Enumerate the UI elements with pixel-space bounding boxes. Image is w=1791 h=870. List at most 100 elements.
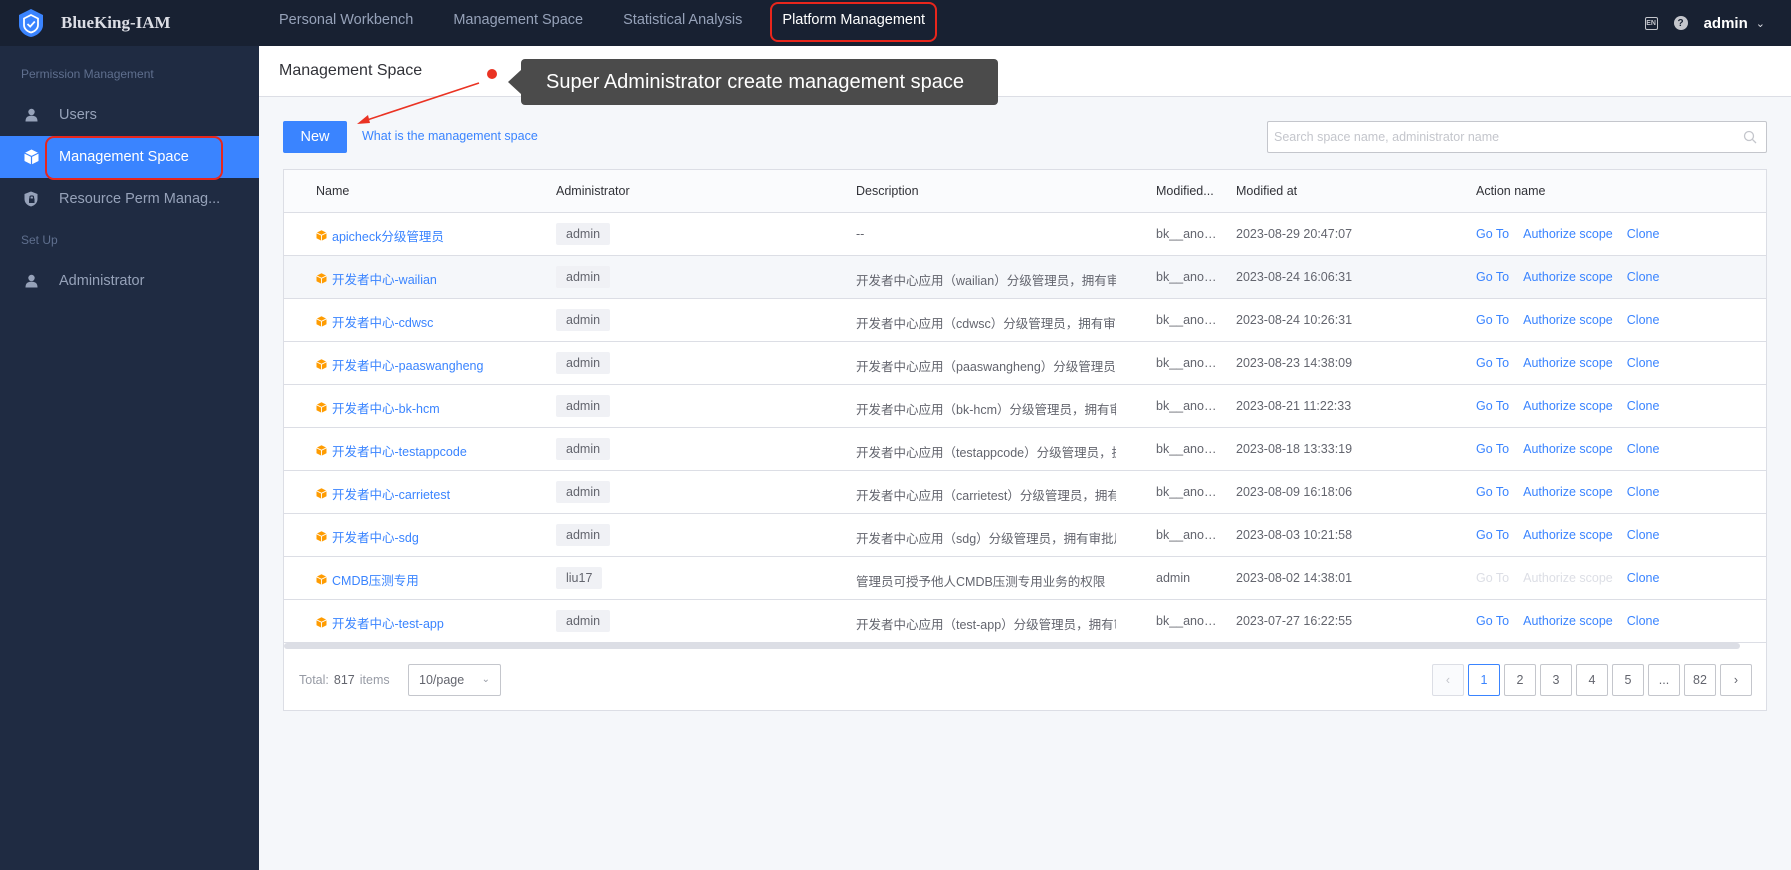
sidebar-item-management-space[interactable]: Management Space (0, 136, 259, 180)
nav-personal-workbench[interactable]: Personal Workbench (259, 0, 433, 46)
authorize-scope-button[interactable]: Authorize scope (1523, 227, 1613, 241)
administrator-cell: admin (556, 524, 611, 546)
header-modified-by[interactable]: Modified... (1156, 184, 1214, 198)
search-input[interactable] (1268, 122, 1728, 152)
space-name-link[interactable]: 开发者中心-wailian (316, 269, 437, 288)
row-actions: Go To Authorize scope Clone (1476, 614, 1659, 628)
next-page-button[interactable]: › (1720, 664, 1752, 696)
clone-button[interactable]: Clone (1627, 571, 1660, 585)
table-row: apicheck分级管理员 admin -- bk__anonymous 2023-08… (284, 213, 1766, 256)
sidebar-item-label: Resource Perm Manag... (59, 191, 221, 207)
total-value: 817 (333, 673, 355, 687)
clone-button[interactable]: Clone (1627, 528, 1660, 542)
goto-button[interactable]: Go To (1476, 270, 1509, 284)
space-name-link[interactable]: 开发者中心-testappcode (316, 441, 467, 460)
cube-icon (316, 617, 327, 628)
nav-statistical-analysis[interactable]: Statistical Analysis (603, 0, 762, 46)
space-name-link[interactable]: 开发者中心-carrietest (316, 484, 450, 503)
goto-button[interactable]: Go To (1476, 399, 1509, 413)
authorize-scope-button[interactable]: Authorize scope (1523, 614, 1613, 628)
page-button[interactable]: 82 (1684, 664, 1716, 696)
pagination: ‹ 1 2 3 4 5... 82 › (1432, 664, 1752, 696)
page-size-select[interactable]: 10/page ⌄ (408, 664, 501, 696)
modified-by-cell: bk__anonymous (1156, 528, 1220, 542)
clone-button[interactable]: Clone (1627, 614, 1660, 628)
goto-button[interactable]: Go To (1476, 313, 1509, 327)
administrator-tag: admin (556, 524, 611, 546)
header-modified-at[interactable]: Modified at (1236, 184, 1297, 198)
description-cell: 开发者中心应用（cdwsc）分级管理员，拥有审批 (856, 317, 1116, 331)
clone-button[interactable]: Clone (1627, 270, 1660, 284)
goto-button[interactable]: Go To (1476, 356, 1509, 370)
table-row: 开发者中心-paaswangheng admin 开发者中心应用（paaswangh… (284, 342, 1766, 385)
page-button[interactable]: 2 (1504, 664, 1536, 696)
brand[interactable]: BlueKing-IAM (0, 0, 259, 46)
page-button[interactable]: 5 (1612, 664, 1644, 696)
space-name-link[interactable]: 开发者中心-paaswangheng (316, 355, 483, 374)
what-is-management-space-link[interactable]: What is the management space (362, 129, 538, 143)
description-cell: 开发者中心应用（carrietest）分级管理员，拥有 (856, 489, 1116, 503)
clone-button[interactable]: Clone (1627, 442, 1660, 456)
clone-button[interactable]: Clone (1627, 399, 1660, 413)
space-name-link[interactable]: CMDB压测专用 (316, 570, 419, 589)
header-description[interactable]: Description (856, 184, 919, 198)
administrator-tag: admin (556, 395, 611, 417)
cube-icon (316, 359, 327, 370)
clone-button[interactable]: Clone (1627, 485, 1660, 499)
administrator-tag: admin (556, 352, 611, 374)
administrator-tag: admin (556, 438, 611, 460)
row-actions: Go To Authorize scope Clone (1476, 442, 1659, 456)
new-button[interactable]: New (283, 121, 347, 153)
space-name-link[interactable]: 开发者中心-sdg (316, 527, 419, 546)
goto-button[interactable]: Go To (1476, 485, 1509, 499)
sidebar-item-resource-perm[interactable]: Resource Perm Manag... (0, 178, 259, 220)
authorize-scope-button[interactable]: Authorize scope (1523, 270, 1613, 284)
authorize-scope-button[interactable]: Authorize scope (1523, 528, 1613, 542)
administrator-cell: admin (556, 438, 611, 460)
cube-icon (316, 402, 327, 413)
sidebar-item-administrator[interactable]: Administrator (0, 260, 259, 302)
header-name[interactable]: Name (316, 184, 349, 198)
clone-button[interactable]: Clone (1627, 313, 1660, 327)
modified-at-cell: 2023-08-02 14:38:01 (1236, 571, 1353, 585)
horizontal-scrollbar[interactable] (284, 643, 1740, 649)
space-name-link[interactable]: 开发者中心-cdwsc (316, 312, 433, 331)
modified-by-cell: bk__anonymous (1156, 356, 1220, 370)
search-icon[interactable] (1743, 130, 1757, 144)
space-name: 开发者中心-paaswangheng (332, 359, 484, 373)
space-name-link[interactable]: apicheck分级管理员 (316, 226, 444, 245)
goto-button[interactable]: Go To (1476, 442, 1509, 456)
nav-platform-management[interactable]: Platform Management (762, 0, 945, 46)
description-cell: -- (856, 227, 865, 241)
authorize-scope-button[interactable]: Authorize scope (1523, 313, 1613, 327)
clone-button[interactable]: Clone (1627, 227, 1660, 241)
table-row: 开发者中心-cdwsc admin 开发者中心应用（cdwsc）分级管理员，拥有审批… (284, 299, 1766, 342)
space-name-link[interactable]: 开发者中心-bk-hcm (316, 398, 440, 417)
authorize-scope-button[interactable]: Authorize scope (1523, 485, 1613, 499)
chevron-down-icon: ⌄ (481, 674, 490, 685)
page-button[interactable]: 3 (1540, 664, 1572, 696)
goto-button[interactable]: Go To (1476, 614, 1509, 628)
table-body: apicheck分级管理员 admin -- bk__anonymous 2023-08… (284, 213, 1766, 643)
user-menu[interactable]: admin ⌄ (1704, 15, 1765, 32)
cube-icon (316, 488, 327, 499)
space-name-link[interactable]: 开发者中心-test-app (316, 613, 444, 632)
clone-button[interactable]: Clone (1627, 356, 1660, 370)
page-button[interactable]: ... (1648, 664, 1680, 696)
authorize-scope-button[interactable]: Authorize scope (1523, 399, 1613, 413)
sidebar-item-label: Users (59, 107, 97, 123)
sidebar-item-users[interactable]: Users (0, 94, 259, 136)
nav-management-space[interactable]: Management Space (433, 0, 603, 46)
goto-button[interactable]: Go To (1476, 528, 1509, 542)
help-icon[interactable]: ? (1673, 16, 1688, 30)
administrator-cell: admin (556, 223, 611, 245)
header-administrator[interactable]: Administrator (556, 184, 630, 198)
page-button[interactable]: 4 (1576, 664, 1608, 696)
administrator-tag: admin (556, 610, 611, 632)
goto-button[interactable]: Go To (1476, 227, 1509, 241)
authorize-scope-button[interactable]: Authorize scope (1523, 442, 1613, 456)
authorize-scope-button[interactable]: Authorize scope (1523, 356, 1613, 370)
modified-at-cell: 2023-08-03 10:21:58 (1236, 528, 1353, 542)
language-icon[interactable]: EN (1644, 16, 1658, 30)
page-button[interactable]: 1 (1468, 664, 1500, 696)
